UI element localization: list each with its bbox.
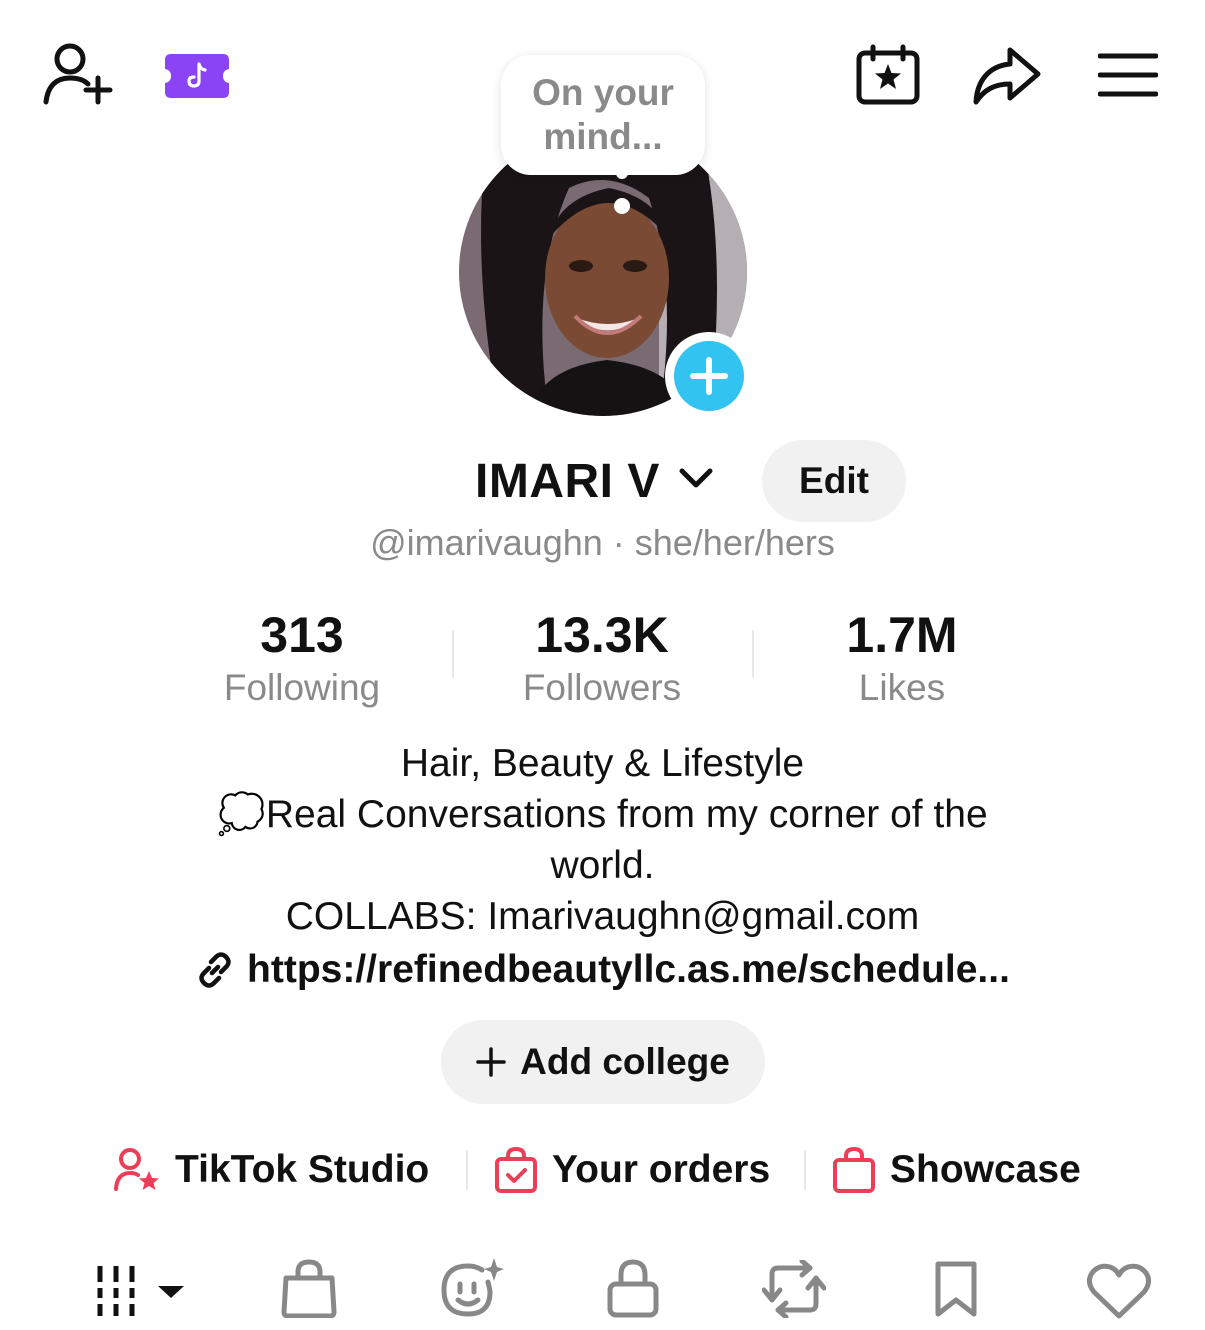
- stat-followers[interactable]: 13.3K Followers: [452, 606, 752, 710]
- thought-bubble-dot: [614, 198, 630, 214]
- bio-link[interactable]: https://refinedbeautyllc.as.me/schedule.…: [0, 948, 1205, 992]
- share-arrow-icon[interactable]: [972, 44, 1042, 106]
- stat-following[interactable]: 313 Following: [152, 606, 452, 710]
- repost-icon: [762, 1260, 826, 1318]
- bio-line-text: Real Conversations from my corner of the: [265, 793, 988, 836]
- tiktok-ticket-icon[interactable]: [163, 52, 231, 100]
- stat-value: 1.7M: [846, 607, 958, 663]
- quick-link-label: Your orders: [552, 1148, 771, 1191]
- tab-favorites[interactable]: [932, 1260, 980, 1318]
- thought-balloon-emoji: 💭: [217, 793, 266, 836]
- quick-link-divider: [466, 1150, 468, 1190]
- stat-value: 313: [260, 607, 344, 663]
- videos-grid-icon: [97, 1266, 184, 1316]
- lock-icon: [607, 1259, 659, 1318]
- bio-line: COLLABS: Imarivaughn@gmail.com: [285, 895, 920, 938]
- heart-icon: [1086, 1263, 1152, 1319]
- name-row: IMARI V Edit: [0, 440, 1205, 524]
- tab-ai-self[interactable]: [438, 1256, 504, 1320]
- quick-link-divider: [804, 1150, 806, 1190]
- shop-bag-icon: [281, 1259, 337, 1318]
- link-icon: [199, 952, 231, 988]
- quick-link-tiktok-studio[interactable]: TikTok Studio: [113, 1140, 429, 1200]
- showcase-bag-icon: [833, 1146, 875, 1193]
- chevron-down-icon[interactable]: [678, 466, 714, 490]
- add-college-button[interactable]: Add college: [441, 1020, 765, 1104]
- display-name[interactable]: IMARI V: [475, 454, 660, 509]
- studio-person-star-icon: [114, 1148, 159, 1191]
- stat-likes[interactable]: 1.7M Likes: [752, 606, 1052, 710]
- plus-icon: [476, 1047, 506, 1077]
- stats-row: 313 Following 13.3K Followers 1.7M Likes: [0, 606, 1205, 716]
- add-avatar-button[interactable]: [665, 332, 753, 420]
- orders-bag-icon: [495, 1146, 537, 1193]
- tab-liked[interactable]: [1086, 1262, 1152, 1320]
- stat-label: Following: [223, 667, 381, 708]
- username-pronouns: @imarivaughn · she/her/hers: [370, 522, 835, 563]
- bio-line: 💭Real Conversations from my corner of th…: [0, 789, 1205, 840]
- thought-bubble[interactable]: On your mind...: [501, 55, 705, 175]
- add-college-label: Add college: [520, 1041, 730, 1082]
- stat-divider: [752, 630, 754, 678]
- stat-label: Likes: [858, 667, 946, 708]
- bio: Hair, Beauty & Lifestyle 💭Real Conversat…: [0, 738, 1205, 942]
- quick-link-your-orders[interactable]: Your orders: [494, 1140, 770, 1200]
- thought-bubble-line1: On your: [532, 72, 674, 113]
- plus-icon: [690, 357, 728, 395]
- hamburger-menu-icon[interactable]: [1098, 52, 1158, 98]
- bookmark-icon: [935, 1261, 977, 1317]
- ai-face-icon: [441, 1258, 504, 1317]
- bio-line: world.: [550, 844, 655, 887]
- thought-bubble-line2: mind...: [543, 116, 663, 157]
- quick-link-showcase[interactable]: Showcase: [832, 1140, 1081, 1200]
- edit-profile-button[interactable]: Edit: [762, 440, 906, 522]
- bio-line: Hair, Beauty & Lifestyle: [400, 742, 805, 785]
- profile-tabs: [0, 1254, 1205, 1330]
- tab-videos[interactable]: [96, 1264, 186, 1320]
- tab-private[interactable]: [606, 1258, 660, 1318]
- calendar-star-icon[interactable]: [855, 44, 921, 106]
- stat-value: 13.3K: [535, 607, 669, 663]
- tab-reposts[interactable]: [762, 1260, 826, 1318]
- add-friend-icon[interactable]: [42, 42, 114, 106]
- tab-shop[interactable]: [280, 1258, 338, 1318]
- quick-links: TikTok Studio Your orders Showcase: [0, 1140, 1205, 1200]
- quick-link-label: TikTok Studio: [175, 1148, 430, 1191]
- stat-label: Followers: [522, 667, 682, 708]
- bio-link-text[interactable]: https://refinedbeautyllc.as.me/schedule.…: [247, 948, 1010, 992]
- quick-link-label: Showcase: [890, 1148, 1081, 1191]
- stat-divider: [452, 630, 454, 678]
